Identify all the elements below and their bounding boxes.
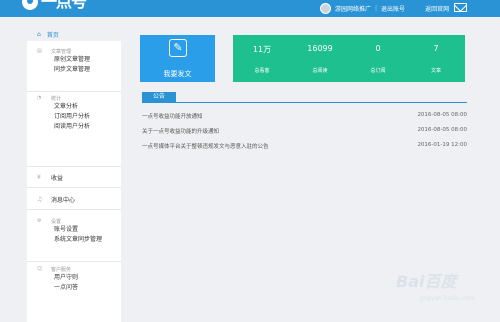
stats-panel: 11万 总看客 16099 总阅读 0 总订阅 7 文章 xyxy=(233,35,465,82)
watermark: Bai百度 jingyan.baidu.com xyxy=(390,268,480,308)
logo[interactable]: 一点号 xyxy=(22,0,87,11)
back-home-link[interactable]: 返回官网 xyxy=(425,4,449,13)
pencil-icon: ✎ xyxy=(169,39,187,57)
username[interactable]: 游园网络推广 xyxy=(335,4,371,13)
logo-mark-icon xyxy=(22,0,38,10)
sidebar: ⌂ 首页 ▤ 文章管理 原创文章管理 同步文章管理 ◔ 统计 文章分析 订阅用户分析… xyxy=(27,27,121,322)
notice-date: 2016-01-19 12:00 xyxy=(417,142,467,148)
home-icon: ⌂ xyxy=(37,30,41,38)
avatar[interactable] xyxy=(320,3,331,14)
tab-notices[interactable]: 公告 xyxy=(142,92,176,102)
sidebar-group-title: 文章管理 xyxy=(51,48,72,55)
chart-icon: ◔ xyxy=(37,95,42,101)
stat-value: 0 xyxy=(375,44,381,53)
logout-link[interactable]: 退出账号 xyxy=(381,4,405,13)
sidebar-item-faq[interactable]: 一点问答 xyxy=(54,283,121,293)
stat-value: 11万 xyxy=(252,45,272,54)
sidebar-item-label: 消息中心 xyxy=(51,196,76,204)
sidebar-item-income[interactable]: ¥ 收益 xyxy=(27,167,121,188)
mail-icon[interactable] xyxy=(454,3,467,12)
notice-row[interactable]: 一点号收益功能开放通知 2016-08-05 08:00 xyxy=(142,112,467,122)
watermark-logo: Bai百度 xyxy=(396,272,457,291)
sidebar-item-user-rules[interactable]: 用户守则 xyxy=(54,273,121,283)
notice-date: 2016-08-05 08:00 xyxy=(417,112,467,118)
document-icon: ▤ xyxy=(37,48,42,54)
stat-label: 总阅读 xyxy=(312,68,328,74)
sidebar-group-service: ☺ 客户服务 用户守则 一点问答 xyxy=(27,265,121,309)
sidebar-group-settings: ⚙ 设置 账号设置 系统文章同步管理 xyxy=(27,217,121,262)
notice-title[interactable]: 一点号收益功能开放通知 xyxy=(142,112,203,120)
sidebar-item-label: 首页 xyxy=(46,31,59,39)
sidebar-item-subscriber-analysis[interactable]: 订阅用户分析 xyxy=(54,112,121,122)
sidebar-item-account-settings[interactable]: 账号设置 xyxy=(54,225,121,235)
notice-row[interactable]: 关于一点号收益功能的升级通知 2016-08-05 08:00 xyxy=(142,127,467,137)
notice-title[interactable]: 一点号媒体平台关于整顿违规发文与恶意入驻的公告 xyxy=(142,142,269,150)
bell-icon: ♫ xyxy=(37,195,43,203)
gear-icon: ⚙ xyxy=(37,218,42,224)
sidebar-item-reader-analysis[interactable]: 阅读用户分析 xyxy=(54,122,121,132)
yen-icon: ¥ xyxy=(37,173,41,181)
stat-value: 16099 xyxy=(307,44,333,53)
sidebar-group-title: 设置 xyxy=(51,218,62,225)
stat-label: 总订阅 xyxy=(370,68,386,74)
stat-label: 文章 xyxy=(430,68,441,74)
sidebar-group-stats: ◔ 统计 文章分析 订阅用户分析 阅读用户分析 xyxy=(27,94,121,167)
stat-value: 7 xyxy=(433,44,439,53)
notice-title[interactable]: 关于一点号收益功能的升级通知 xyxy=(142,127,219,135)
watermark-url: jingyan.baidu.com xyxy=(420,295,476,302)
user-icon: ☺ xyxy=(37,266,43,272)
write-article-button[interactable]: ✎ 我要发文 xyxy=(140,35,215,82)
top-bar: 一点号 游园网络推广 | 退出账号 返回官网 xyxy=(0,0,500,17)
sidebar-group-title: 客户服务 xyxy=(51,266,72,273)
sidebar-group-article: ▤ 文章管理 原创文章管理 同步文章管理 xyxy=(27,47,121,92)
sidebar-item-messages[interactable]: ♫ 消息中心 xyxy=(27,189,121,210)
sidebar-item-label: 收益 xyxy=(51,174,64,182)
sidebar-item-home[interactable]: ⌂ 首页 xyxy=(27,27,121,41)
sidebar-group-title: 统计 xyxy=(51,95,62,102)
notice-divider xyxy=(142,102,467,103)
logo-text: 一点号 xyxy=(41,0,87,11)
separator: | xyxy=(375,5,378,12)
sidebar-item-system-sync[interactable]: 系统文章同步管理 xyxy=(54,235,121,245)
notice-row[interactable]: 一点号媒体平台关于整顿违规发文与恶意入驻的公告 2016-01-19 12:00 xyxy=(142,142,467,152)
sidebar-item-sync-articles[interactable]: 同步文章管理 xyxy=(54,65,121,75)
write-article-label: 我要发文 xyxy=(163,70,192,78)
sidebar-item-article-analysis[interactable]: 文章分析 xyxy=(54,102,121,112)
stat-label: 总看客 xyxy=(254,68,270,74)
sidebar-item-original-articles[interactable]: 原创文章管理 xyxy=(54,55,121,65)
user-area: 游园网络推广 | 退出账号 返回官网 xyxy=(320,0,449,17)
notice-date: 2016-08-05 08:00 xyxy=(417,127,467,133)
